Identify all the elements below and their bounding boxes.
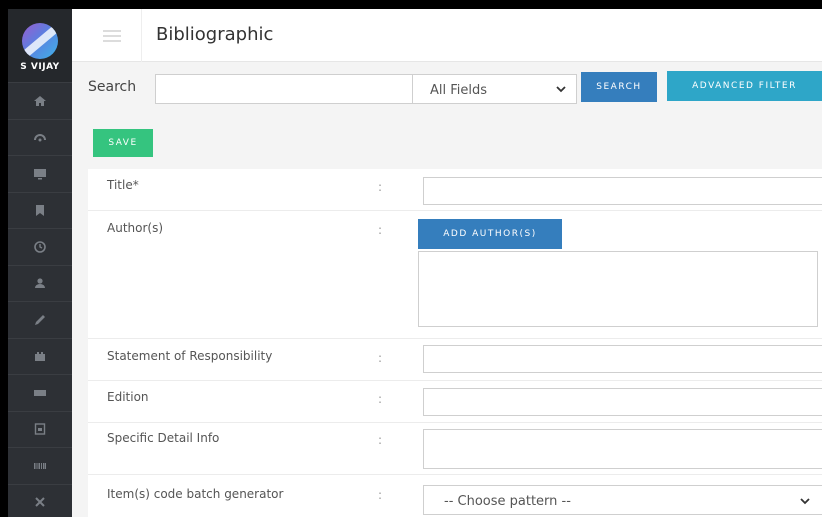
search-bar: Search All Fields SEARCH ADVANCED FILTER	[72, 62, 822, 115]
edition-colon: :	[378, 392, 383, 406]
batch-pattern-select-value: -- Choose pattern --	[444, 494, 571, 509]
dashboard-icon	[34, 134, 46, 142]
form-row-specific-detail: Specific Detail Info :	[88, 423, 822, 475]
screen-frame-left	[0, 0, 8, 517]
authors-colon: :	[378, 223, 383, 237]
sidebar-item-members[interactable]	[8, 264, 72, 302]
form-row-title: Title* :	[88, 169, 822, 211]
authors-label: Author(s)	[107, 221, 164, 235]
chevron-down-icon	[556, 86, 566, 93]
sidebar-item-edit[interactable]	[8, 301, 72, 338]
tools-icon	[35, 497, 45, 507]
search-field-select[interactable]: All Fields	[412, 74, 577, 104]
specific-detail-label: Specific Detail Info	[107, 431, 220, 445]
clock-icon	[34, 240, 46, 253]
main-content: SAVE Title* : Author(s) : ADD AUTHOR(S) …	[72, 115, 822, 517]
title-input[interactable]	[423, 177, 822, 205]
batch-generator-colon: :	[378, 488, 383, 502]
bookmark-icon	[36, 205, 44, 217]
sidebar-item-system[interactable]	[8, 337, 72, 375]
search-field-select-value: All Fields	[430, 83, 488, 98]
statement-label: Statement of Responsibility	[107, 349, 273, 363]
title-colon: :	[378, 180, 383, 194]
search-label: Search	[88, 79, 137, 95]
sidebar-item-tools[interactable]	[8, 483, 72, 517]
brand-logo-icon	[22, 23, 58, 59]
building-icon	[35, 352, 45, 362]
batch-pattern-select[interactable]: -- Choose pattern --	[423, 485, 822, 515]
edition-input[interactable]	[423, 388, 822, 416]
edition-label: Edition	[107, 390, 149, 404]
hamburger-icon-bar	[102, 39, 121, 42]
save-button[interactable]: SAVE	[93, 129, 153, 157]
statement-input[interactable]	[423, 345, 822, 373]
advanced-filter-button[interactable]: ADVANCED FILTER	[667, 71, 822, 101]
batch-generator-label: Item(s) code batch generator	[107, 487, 284, 501]
screen-frame-top	[0, 0, 822, 9]
form-row-authors: Author(s) : ADD AUTHOR(S)	[88, 211, 822, 339]
sidebar-item-barcode[interactable]	[8, 447, 72, 484]
form-row-batch-generator: Item(s) code batch generator : -- Choose…	[88, 475, 822, 517]
sidebar-item-keyboard[interactable]	[8, 374, 72, 411]
keyboard-icon	[34, 389, 46, 396]
top-header: Bibliographic	[72, 9, 822, 62]
hamburger-icon	[102, 29, 121, 32]
statement-colon: :	[378, 351, 383, 365]
brand[interactable]: S VIJAY	[8, 9, 72, 82]
page-title: Bibliographic	[156, 24, 274, 45]
user-icon	[35, 278, 45, 289]
brand-name: S VIJAY	[20, 62, 60, 72]
hamburger-icon-bar	[102, 34, 121, 37]
specific-detail-input[interactable]	[423, 429, 822, 469]
title-label: Title*	[107, 178, 139, 192]
sidebar-item-history[interactable]	[8, 228, 72, 265]
form-row-statement: Statement of Responsibility :	[88, 339, 822, 381]
home-icon	[34, 95, 46, 106]
add-author-button[interactable]: ADD AUTHOR(S)	[418, 219, 562, 249]
chevron-down-icon	[800, 498, 810, 505]
sidebar: S VIJAY	[8, 9, 72, 517]
menu-toggle-button[interactable]	[82, 9, 142, 62]
barcode-icon	[34, 462, 46, 469]
authors-list[interactable]	[418, 251, 818, 327]
search-button[interactable]: SEARCH	[581, 72, 657, 102]
document-icon	[34, 423, 46, 435]
sidebar-item-dashboard[interactable]	[8, 118, 72, 156]
sidebar-item-monitor[interactable]	[8, 155, 72, 192]
pencil-icon	[35, 314, 45, 325]
sidebar-item-reports[interactable]	[8, 410, 72, 448]
monitor-icon	[34, 168, 46, 180]
form-row-edition: Edition :	[88, 381, 822, 423]
sidebar-item-bookmark[interactable]	[8, 191, 72, 229]
sidebar-item-home[interactable]	[8, 82, 72, 119]
bibliographic-form: Title* : Author(s) : ADD AUTHOR(S) State…	[88, 169, 822, 517]
specific-detail-colon: :	[378, 433, 383, 447]
